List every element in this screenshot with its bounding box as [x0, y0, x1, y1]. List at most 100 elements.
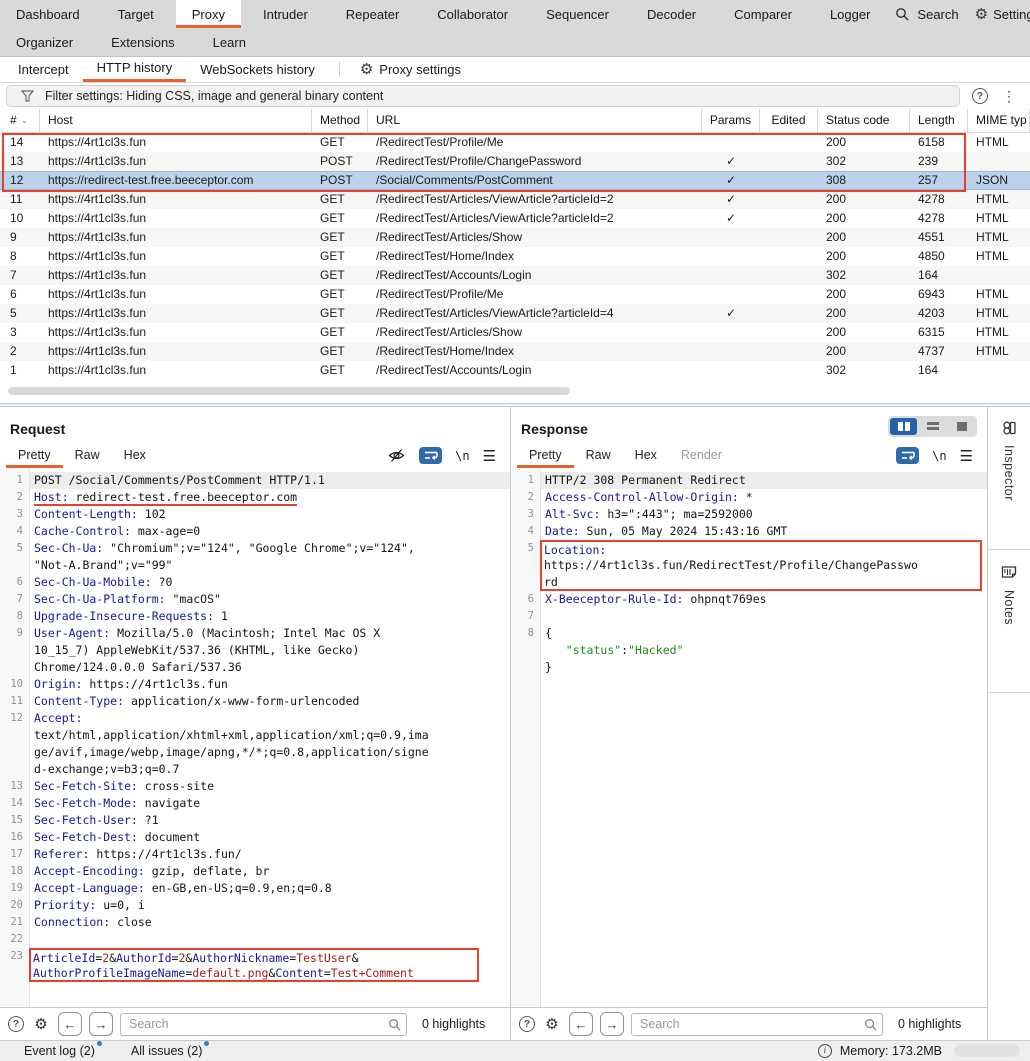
next-match-button[interactable]: → — [600, 1012, 624, 1036]
info-icon[interactable]: i — [818, 1044, 832, 1058]
tab-dashboard[interactable]: Dashboard — [0, 0, 96, 28]
editor-menu-icon[interactable]: ☰ — [483, 447, 496, 465]
table-cell: 200 — [818, 211, 910, 225]
table-row[interactable]: 9https://4rt1cl3s.funGET/RedirectTest/Ar… — [0, 228, 1030, 247]
tab-collaborator[interactable]: Collaborator — [421, 0, 524, 28]
response-search-input[interactable] — [631, 1013, 883, 1036]
http-history-table[interactable]: #⌄ Host Method URL Params Edited Status … — [0, 109, 1030, 403]
request-search-input[interactable] — [120, 1013, 407, 1036]
tab-decoder[interactable]: Decoder — [631, 0, 712, 28]
sidebar-tab-inspector[interactable]: Inspector — [988, 407, 1030, 550]
table-cell: HTML — [968, 249, 1030, 263]
table-cell: 13 — [0, 154, 40, 168]
editor-menu-icon[interactable]: ☰ — [960, 447, 973, 465]
table-row[interactable]: 7https://4rt1cl3s.funGET/RedirectTest/Ac… — [0, 266, 1030, 285]
tab-learn[interactable]: Learn — [197, 28, 262, 56]
tab-sequencer[interactable]: Sequencer — [530, 0, 625, 28]
request-editor[interactable]: 1POST /Social/Comments/PostComment HTTP/… — [0, 469, 510, 1007]
tab-organizer[interactable]: Organizer — [0, 28, 89, 56]
tab-http-history[interactable]: HTTP history — [83, 57, 187, 82]
tab-repeater[interactable]: Repeater — [330, 0, 415, 28]
table-row[interactable]: 13https://4rt1cl3s.funPOST/RedirectTest/… — [0, 152, 1030, 171]
global-search[interactable]: Search — [892, 4, 958, 24]
response-tab-raw[interactable]: Raw — [574, 444, 623, 468]
table-row[interactable]: 10https://4rt1cl3s.funGET/RedirectTest/A… — [0, 209, 1030, 228]
help-icon[interactable]: ? — [972, 88, 988, 104]
editor-line: 13Sec-Fetch-Site: cross-site — [0, 778, 510, 795]
next-match-button[interactable]: → — [89, 1012, 113, 1036]
table-row[interactable]: 8https://4rt1cl3s.funGET/RedirectTest/Ho… — [0, 247, 1030, 266]
table-cell: POST — [312, 173, 368, 187]
table-cell: ✓ — [702, 154, 760, 168]
wrap-lines-button[interactable] — [896, 447, 919, 464]
response-tab-pretty[interactable]: Pretty — [517, 444, 574, 468]
table-row[interactable]: 3https://4rt1cl3s.funGET/RedirectTest/Ar… — [0, 323, 1030, 342]
table-row[interactable]: 6https://4rt1cl3s.funGET/RedirectTest/Pr… — [0, 285, 1030, 304]
filter-settings-button[interactable]: Filter settings: Hiding CSS, image and g… — [6, 85, 960, 107]
table-cell: GET — [312, 363, 368, 377]
table-cell: 4203 — [910, 306, 968, 320]
table-cell: 11 — [0, 192, 40, 206]
editor-line: 2Access-Control-Allow-Origin: * — [511, 489, 987, 506]
editor-line: 3Alt-Svc: h3=":443"; ma=2592000 — [511, 506, 987, 523]
tab-comparer[interactable]: Comparer — [718, 0, 808, 28]
gear-icon[interactable]: ⚙ — [31, 1014, 51, 1034]
col-params[interactable]: Params — [702, 109, 760, 132]
table-row[interactable]: 5https://4rt1cl3s.funGET/RedirectTest/Ar… — [0, 304, 1030, 323]
layout-single-button[interactable] — [948, 418, 975, 435]
tab-logger[interactable]: Logger — [814, 0, 886, 28]
tab-proxy[interactable]: Proxy — [176, 0, 241, 28]
table-row[interactable]: 2https://4rt1cl3s.funGET/RedirectTest/Ho… — [0, 342, 1030, 361]
request-tabs: Pretty Raw Hex \n ☰ — [0, 439, 510, 469]
col-mime[interactable]: MIME typ — [968, 109, 1030, 132]
newline-toggle-icon[interactable]: \n — [932, 449, 946, 463]
kebab-menu-icon[interactable]: ⋮ — [1002, 89, 1016, 103]
table-cell: ✓ — [702, 192, 760, 206]
col-number[interactable]: #⌄ — [0, 109, 40, 132]
scrollbar-thumb[interactable] — [8, 387, 570, 395]
table-row[interactable]: 14https://4rt1cl3s.funGET/RedirectTest/P… — [0, 133, 1030, 152]
col-url[interactable]: URL — [368, 109, 702, 132]
prev-match-button[interactable]: ← — [58, 1012, 82, 1036]
prev-match-button[interactable]: ← — [569, 1012, 593, 1036]
sidebar-tab-notes[interactable]: Notes — [988, 550, 1030, 693]
eye-slash-icon[interactable] — [386, 446, 406, 466]
editor-line: https://4rt1cl3s.fun/RedirectTest/Profil… — [511, 557, 987, 574]
col-host[interactable]: Host — [40, 109, 312, 132]
response-editor[interactable]: 1HTTP/2 308 Permanent Redirect2Access-Co… — [511, 469, 987, 1007]
event-log-button[interactable]: Event log (2) — [24, 1044, 95, 1058]
all-issues-button[interactable]: All issues (2) — [131, 1044, 203, 1058]
request-tab-hex[interactable]: Hex — [112, 444, 158, 468]
request-tab-raw[interactable]: Raw — [63, 444, 112, 468]
help-icon[interactable]: ? — [8, 1016, 24, 1032]
col-length[interactable]: Length — [910, 109, 968, 132]
response-tab-hex[interactable]: Hex — [623, 444, 669, 468]
tab-intercept[interactable]: Intercept — [4, 57, 83, 82]
wrap-lines-button[interactable] — [419, 447, 442, 464]
global-settings[interactable]: ⚙ Settings — [975, 7, 1030, 22]
col-method[interactable]: Method — [312, 109, 368, 132]
request-tab-pretty[interactable]: Pretty — [6, 444, 63, 468]
col-edited[interactable]: Edited — [760, 109, 818, 132]
layout-columns-button[interactable] — [890, 418, 917, 435]
table-row[interactable]: 12https://redirect-test.free.beeceptor.c… — [0, 171, 1030, 190]
table-cell: GET — [312, 325, 368, 339]
tab-target[interactable]: Target — [102, 0, 170, 28]
editor-line: 2Host: redirect-test.free.beeceptor.com — [0, 489, 510, 506]
tab-websockets-history[interactable]: WebSockets history — [186, 57, 329, 82]
tab-extensions[interactable]: Extensions — [95, 28, 191, 56]
editor-line: 23ArticleId=2&AuthorId=2&AuthorNickname=… — [0, 948, 510, 965]
table-row[interactable]: 11https://4rt1cl3s.funGET/RedirectTest/A… — [0, 190, 1030, 209]
table-row[interactable]: 1https://4rt1cl3s.funGET/RedirectTest/Ac… — [0, 361, 1030, 380]
tab-intruder[interactable]: Intruder — [247, 0, 324, 28]
table-cell: 164 — [910, 363, 968, 377]
response-tab-render[interactable]: Render — [669, 444, 734, 468]
help-icon[interactable]: ? — [519, 1016, 535, 1032]
gear-icon[interactable]: ⚙ — [542, 1014, 562, 1034]
table-cell: HTML — [968, 344, 1030, 358]
tab-proxy-settings[interactable]: ⚙ Proxy settings — [350, 57, 471, 82]
table-horizontal-scrollbar[interactable] — [0, 380, 1030, 403]
col-status[interactable]: Status code — [818, 109, 910, 132]
newline-toggle-icon[interactable]: \n — [455, 449, 469, 463]
layout-rows-button[interactable] — [919, 418, 946, 435]
